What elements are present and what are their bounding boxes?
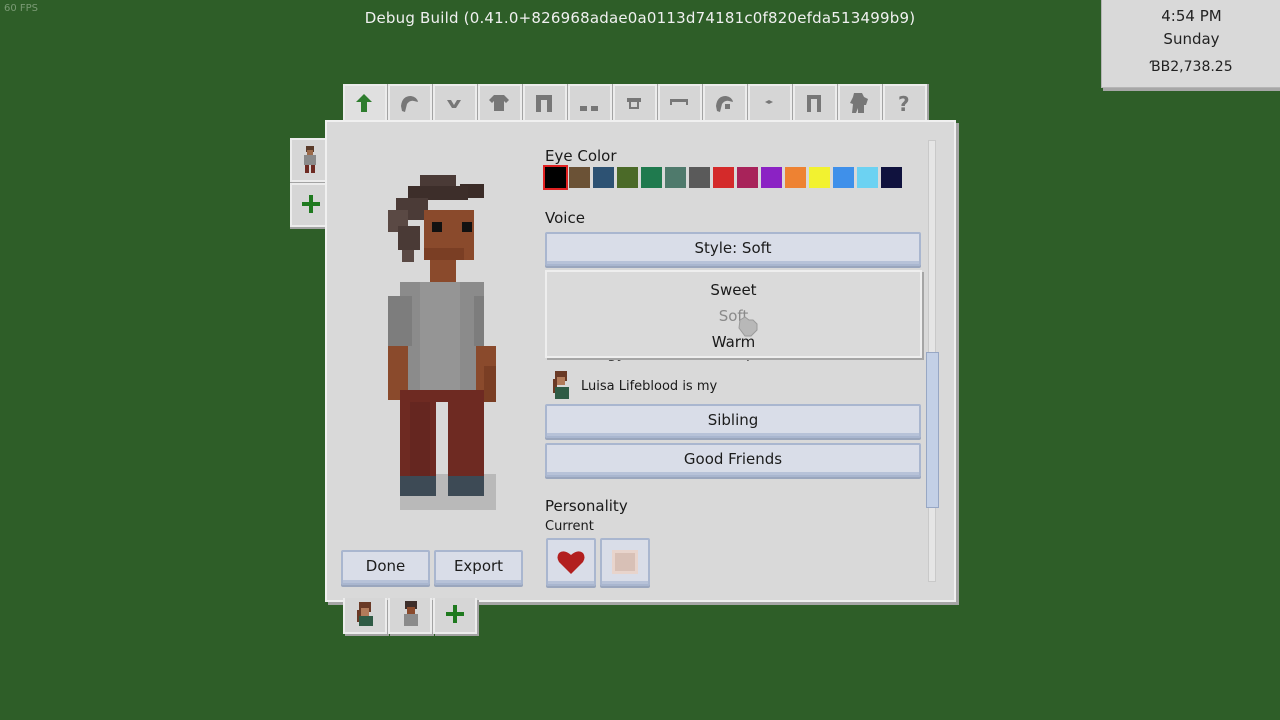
trait-scroll-button[interactable] (600, 538, 650, 586)
side-tab-add[interactable] (290, 183, 326, 227)
tab-pants[interactable] (523, 84, 567, 122)
tab-hat[interactable] (703, 84, 747, 122)
voice-label: Voice (545, 209, 585, 227)
plus-icon (302, 195, 320, 213)
bottom-tab-luisa[interactable] (343, 598, 387, 634)
svg-text:?: ? (898, 92, 910, 114)
eye-color-swatch[interactable] (881, 167, 902, 188)
eye-color-swatch[interactable] (857, 167, 878, 188)
eye-color-swatch[interactable] (665, 167, 686, 188)
voice-option-soft[interactable]: Soft (547, 307, 920, 325)
glasses-icon (670, 99, 688, 105)
tab-accessory[interactable] (613, 84, 657, 122)
panel-scrollbar-thumb[interactable] (926, 352, 939, 508)
plus-icon (446, 605, 464, 623)
full-body-icon (850, 93, 868, 113)
eye-color-swatch[interactable] (593, 167, 614, 188)
voice-style-dropdown: Sweet Soft Warm (545, 270, 922, 358)
question-icon: ? (898, 92, 910, 114)
tab-glasses[interactable] (658, 84, 702, 122)
personality-current-label: Current (545, 519, 594, 534)
pants-icon (536, 95, 552, 112)
voice-style-button[interactable]: Style: Soft (545, 232, 921, 266)
outfit-icon (807, 95, 821, 112)
eye-color-swatch[interactable] (545, 167, 566, 188)
eye-color-swatch[interactable] (737, 167, 758, 188)
bottom-tab-add[interactable] (433, 598, 477, 634)
clock-day: Sunday (1163, 30, 1220, 48)
luisa-portrait-icon (553, 371, 569, 399)
tab-body[interactable] (343, 84, 387, 122)
eye-color-swatch[interactable] (689, 167, 710, 188)
hair-icon (401, 96, 418, 112)
bottom-tab-character[interactable] (388, 598, 432, 634)
personality-label: Personality (545, 497, 628, 515)
character-portrait-icon (404, 601, 418, 626)
done-button[interactable]: Done (341, 550, 430, 585)
voice-option-sweet[interactable]: Sweet (547, 281, 920, 299)
luisa-portrait-icon (357, 602, 373, 626)
heart-icon (557, 551, 585, 574)
tab-ears[interactable] (748, 84, 792, 122)
eyes-icon (447, 100, 461, 108)
eye-color-swatch[interactable] (713, 167, 734, 188)
eye-color-swatch[interactable] (761, 167, 782, 188)
eye-color-swatch[interactable] (641, 167, 662, 188)
relationship-type-button[interactable]: Sibling (545, 404, 921, 438)
eye-color-label: Eye Color (545, 147, 617, 165)
trait-heart-button[interactable] (546, 538, 596, 586)
side-tab-character[interactable] (290, 138, 326, 182)
friendship-level-button[interactable]: Good Friends (545, 443, 921, 477)
eye-color-swatch[interactable] (569, 167, 590, 188)
hand-cursor-icon (738, 316, 758, 337)
shoes-icon (580, 106, 598, 111)
money-balance: ƁB2,738.25 (1150, 59, 1233, 75)
eye-color-swatch[interactable] (785, 167, 806, 188)
relationship-text: Luisa Lifeblood is my (581, 379, 718, 394)
tab-hair[interactable] (388, 84, 432, 122)
eye-color-swatch[interactable] (809, 167, 830, 188)
tab-eyes[interactable] (433, 84, 477, 122)
scroll-icon (612, 550, 638, 574)
ears-icon (765, 100, 773, 104)
debug-build-label: Debug Build (0.41.0+826968adae0a0113d741… (364, 9, 916, 27)
voice-option-warm[interactable]: Warm (547, 333, 920, 351)
character-portrait-icon (304, 146, 316, 173)
hat-icon (716, 96, 733, 112)
tab-help[interactable]: ? (883, 84, 927, 122)
tab-outfit[interactable] (793, 84, 837, 122)
tab-full-body[interactable] (838, 84, 882, 122)
shirt-icon (489, 95, 509, 111)
export-button[interactable]: Export (434, 550, 523, 585)
eye-color-swatch[interactable] (617, 167, 638, 188)
tab-shoes[interactable] (568, 84, 612, 122)
eye-color-swatch[interactable] (833, 167, 854, 188)
clock-time: 4:54 PM (1161, 7, 1222, 25)
accessory-icon (627, 98, 641, 109)
tab-shirt[interactable] (478, 84, 522, 122)
clock-panel: 4:54 PM Sunday ƁB2,738.25 (1101, 0, 1280, 88)
body-arrow-icon (356, 94, 372, 112)
character-preview (388, 175, 496, 510)
